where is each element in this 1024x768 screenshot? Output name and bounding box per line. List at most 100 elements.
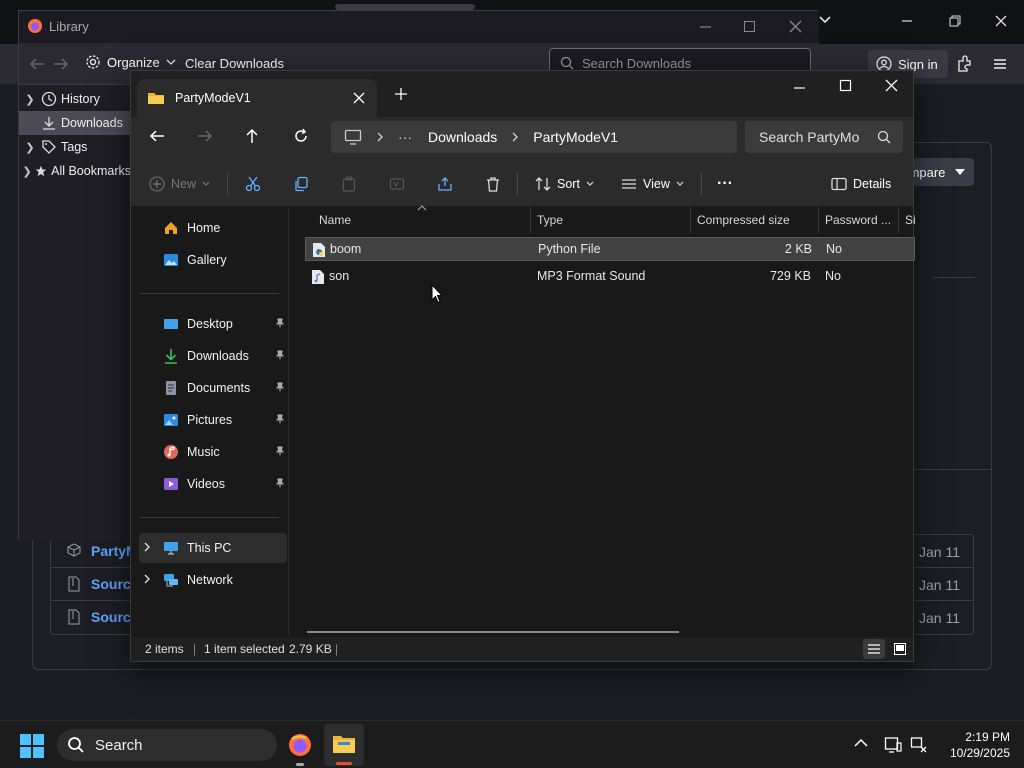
share-icon [438,177,452,191]
forward-arrow-icon[interactable] [197,129,213,143]
cut-button[interactable] [245,161,261,207]
explorer-maximize-icon[interactable] [839,79,853,93]
table-row[interactable]: boom Python File 2 KB No [305,237,915,261]
taskbar-file-explorer-icon[interactable] [324,724,364,766]
chevron-right-icon[interactable] [143,573,151,585]
new-tab-icon[interactable] [395,88,407,100]
menu-icon[interactable] [992,56,1008,72]
pc-icon [164,542,178,555]
pin-icon[interactable] [275,350,285,360]
nav-item-gallery[interactable]: Gallery [139,245,287,275]
tree-item-history[interactable]: ❯ History [19,87,131,111]
tiles-view-toggle[interactable] [889,639,911,659]
rename-icon [389,178,405,190]
new-button[interactable]: New [149,161,210,207]
nav-item-network[interactable]: Network [139,565,287,595]
tree-item-all-bookmarks[interactable]: ❯ All Bookmarks [19,159,131,183]
explorer-tab[interactable]: PartyModeV1 [137,79,377,117]
nav-item-videos[interactable]: Videos [139,469,287,499]
column-header-type[interactable]: Type [531,207,691,233]
up-arrow-icon[interactable] [245,128,259,144]
plus-circle-icon [149,176,165,192]
nav-item-desktop[interactable]: Desktop [139,309,287,339]
copy-button[interactable] [293,161,309,207]
share-button[interactable] [437,161,453,207]
forward-arrow-icon[interactable] [53,57,69,71]
show-hidden-icons[interactable] [854,738,868,748]
breadcrumb-current[interactable]: PartyModeV1 [533,129,618,145]
pin-icon[interactable] [275,318,285,328]
breadcrumb-downloads[interactable]: Downloads [428,129,497,145]
extensions-icon[interactable] [956,55,974,73]
chevron-right-icon[interactable]: ❯ [19,93,41,106]
close-tab-icon[interactable] [353,92,365,104]
library-close-icon[interactable] [789,20,803,34]
explorer-close-icon[interactable] [885,79,899,93]
back-arrow-icon[interactable] [149,129,165,143]
chevron-right-icon[interactable]: ❯ [19,165,35,178]
paste-button[interactable] [341,161,357,207]
audio-file-icon [312,270,324,284]
mouse-cursor-icon [431,284,443,304]
tree-item-tags[interactable]: ❯ Tags [19,135,131,159]
breadcrumb[interactable]: ··· Downloads PartyModeV1 [331,121,737,153]
network-status-icon[interactable] [910,736,928,754]
more-options-button[interactable]: ··· [717,161,733,207]
gear-icon [86,55,100,69]
horizontal-scrollbar[interactable] [307,631,679,633]
system-tray-device-icon[interactable] [884,736,902,754]
tab-list-icon[interactable] [818,12,832,26]
nav-item-this-pc[interactable]: This PC [139,533,287,563]
download-icon [43,117,55,130]
browser-restore-icon[interactable] [948,14,962,28]
details-view-toggle[interactable] [863,639,885,659]
pin-icon[interactable] [275,478,285,488]
chevron-right-icon[interactable]: ❯ [19,141,41,154]
download-icon [165,349,177,364]
pin-icon[interactable] [275,446,285,456]
python-file-icon [313,243,325,257]
tree-item-downloads[interactable]: Downloads [19,111,131,135]
taskbar-search[interactable]: Search [57,729,277,761]
table-row[interactable]: son MP3 Format Sound 729 KB No [305,265,915,289]
breadcrumb-ellipsis[interactable]: ··· [398,129,412,145]
column-header-name[interactable]: Name [313,207,531,233]
file-size: 729 KB [769,269,811,283]
view-button[interactable]: View [621,161,684,207]
chevron-right-icon[interactable] [143,541,151,553]
pin-icon[interactable] [275,414,285,424]
column-header-compressed-size[interactable]: Compressed size [691,207,819,233]
nav-item-documents[interactable]: Documents [139,373,287,403]
explorer-minimize-icon[interactable] [793,81,807,95]
taskbar-firefox-icon[interactable] [288,733,312,766]
start-button[interactable] [20,734,44,758]
nav-item-label: Pictures [187,413,233,427]
taskbar-clock[interactable]: 2:19 PM 10/29/2025 [930,729,1010,761]
nav-item-music[interactable]: Music [139,437,287,467]
back-arrow-icon[interactable] [29,57,45,71]
column-header-size[interactable]: Si [899,207,915,233]
column-header-password[interactable]: Password ... [819,207,899,233]
delete-button[interactable] [485,161,501,207]
navigation-pane: Home Gallery Desktop Downloads Documents… [131,207,289,635]
nav-item-pictures[interactable]: Pictures [139,405,287,435]
rename-button[interactable] [389,161,405,207]
details-button[interactable]: Details [831,161,891,207]
nav-item-downloads[interactable]: Downloads [139,341,287,371]
pin-icon[interactable] [275,382,285,392]
library-minimize-icon[interactable] [699,20,713,34]
desktop-icon [164,319,178,329]
library-titlebar[interactable]: Library [19,11,819,43]
documents-icon [166,381,176,395]
refresh-icon[interactable] [293,128,309,144]
browser-minimize-icon[interactable] [900,14,914,28]
sort-button[interactable]: Sort [535,161,594,207]
explorer-search-input[interactable]: Search PartyMo [745,121,903,153]
search-placeholder: Search PartyMo [759,129,860,145]
clock-icon [41,91,57,107]
nav-item-home[interactable]: Home [139,213,287,243]
organize-button[interactable]: Organize [85,54,176,70]
browser-close-icon[interactable] [994,14,1008,28]
clear-downloads-button[interactable]: Clear Downloads [185,56,284,71]
library-maximize-icon[interactable] [743,20,757,34]
